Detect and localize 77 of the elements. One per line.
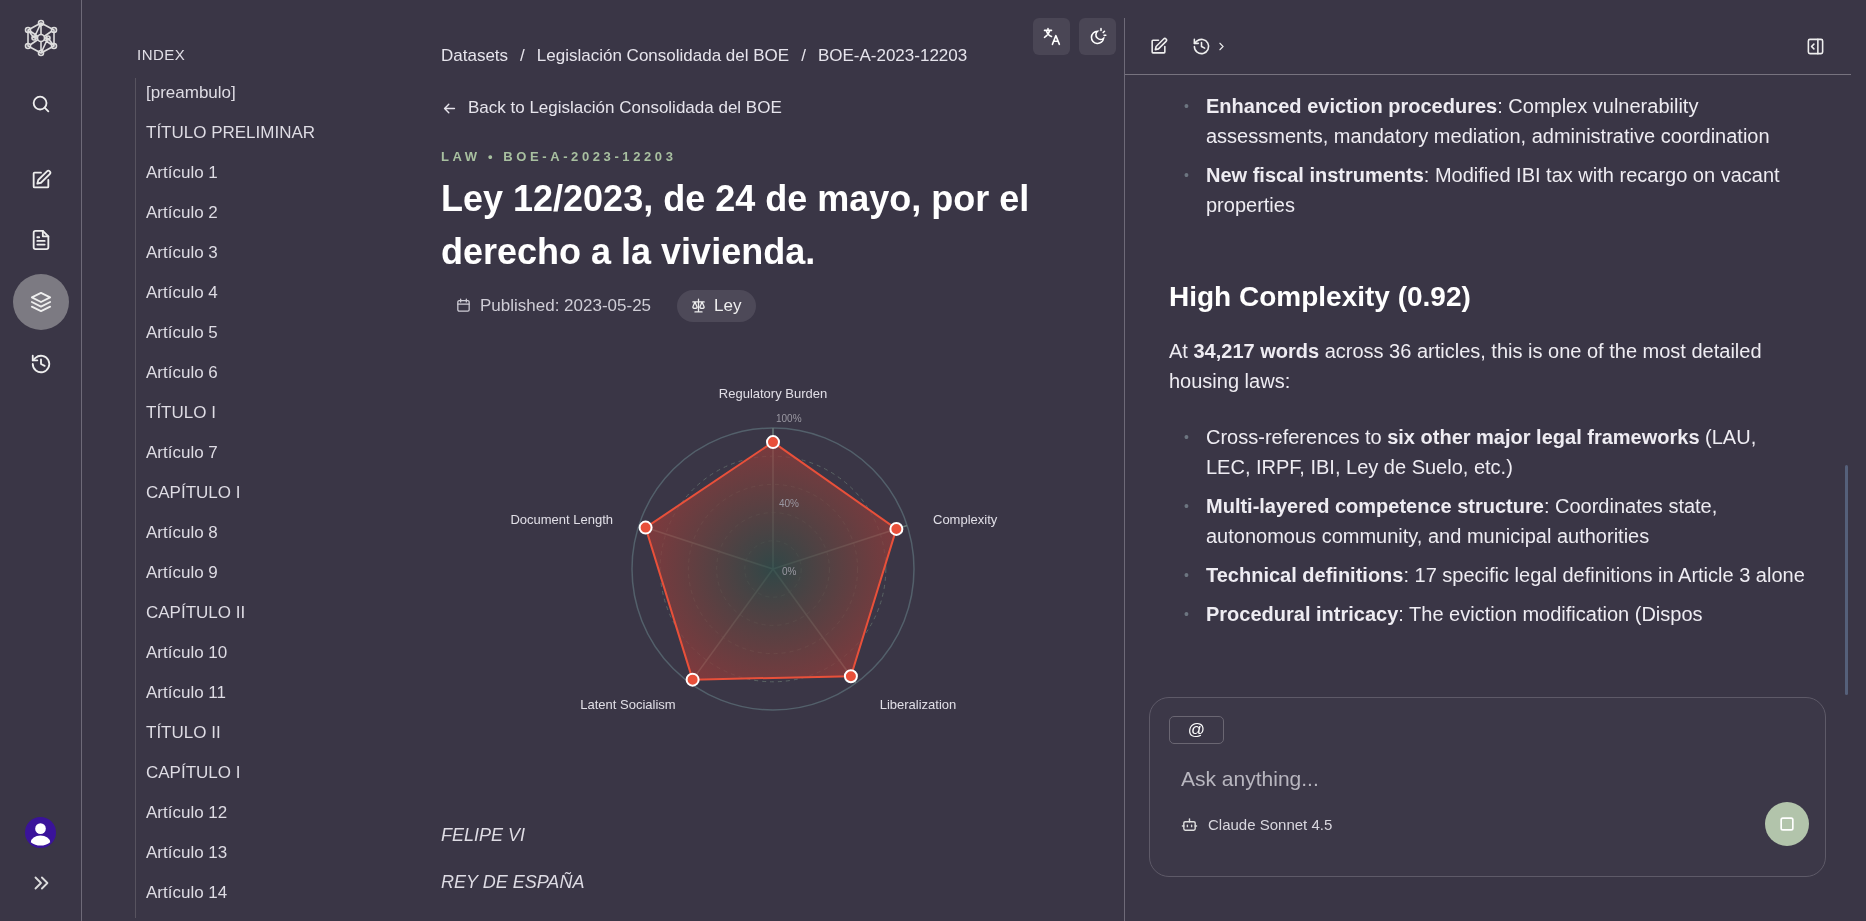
index-link[interactable]: Artículo 8 bbox=[146, 518, 420, 558]
bullet-marker: • bbox=[1184, 166, 1190, 185]
index-link[interactable]: Artículo 14 bbox=[146, 878, 420, 918]
index-link[interactable]: Artículo 7 bbox=[146, 438, 420, 478]
bullet-marker: • bbox=[1184, 97, 1190, 116]
edit-icon[interactable] bbox=[1149, 36, 1168, 56]
section-heading: High Complexity (0.92) bbox=[1169, 282, 1472, 312]
bullet-item: New fiscal instruments: Modified IBI tax with recargo on vacant properties bbox=[1206, 163, 1781, 218]
stop-button[interactable] bbox=[1765, 802, 1809, 846]
avatar-icon[interactable] bbox=[25, 817, 56, 848]
mention-button[interactable]: @ bbox=[1169, 716, 1224, 744]
body-text: FELIPE VI bbox=[441, 823, 527, 847]
index-link[interactable]: CAPÍTULO I bbox=[146, 758, 420, 798]
axis-label: Document Length bbox=[509, 511, 613, 527]
index-link[interactable]: TÍTULO II bbox=[146, 718, 420, 758]
bullet-item: Enhanced eviction procedures: Complex vulnerability assessments, mandatory mediation, administrative coordination bbox=[1206, 94, 1771, 149]
bullet-marker: • bbox=[1184, 497, 1190, 516]
scale-label: 100% bbox=[775, 412, 802, 424]
theme-button[interactable] bbox=[1079, 18, 1116, 55]
index-heading: INDEX bbox=[137, 46, 187, 63]
paragraph: At 34,217 words across 36 articles, this is one of the most detailed housing laws: bbox=[1169, 339, 1763, 394]
robot-icon bbox=[1181, 815, 1198, 833]
translate-icon bbox=[1041, 26, 1062, 47]
type-tag: Ley bbox=[677, 289, 756, 322]
scrollbar[interactable] bbox=[1845, 465, 1848, 695]
index-link[interactable]: Artículo 5 bbox=[146, 318, 420, 358]
bullet-marker: • bbox=[1184, 605, 1190, 624]
data-point bbox=[888, 521, 903, 536]
bullet-marker: • bbox=[1184, 566, 1190, 585]
bullet-item: Technical definitions: 17 specific legal definitions in Article 3 alone bbox=[1206, 563, 1805, 588]
axis-label: Complexity bbox=[932, 511, 997, 527]
data-point bbox=[685, 672, 700, 687]
published-date: Published: 2023-05-25 bbox=[480, 295, 652, 316]
index-link[interactable]: TÍTULO PRELIMINAR bbox=[146, 118, 420, 158]
breadcrumb-link[interactable]: Legislación Consolidada del BOE bbox=[536, 46, 790, 66]
back-link[interactable]: Back to Legislación Consolidada del BOE bbox=[441, 98, 782, 118]
bullet-marker: • bbox=[1184, 428, 1190, 447]
index-link[interactable]: CAPÍTULO I bbox=[146, 478, 420, 518]
bullet-item: Cross-references to six other major legal frameworks (LAU, LEC, IRPF, IBI, Ley de Suelo, etc.) bbox=[1206, 425, 1758, 480]
index-link[interactable]: Artículo 3 bbox=[146, 238, 420, 278]
breadcrumb-separator: / bbox=[520, 46, 525, 66]
data-point bbox=[843, 668, 858, 683]
index-link[interactable]: Artículo 13 bbox=[146, 838, 420, 878]
index-link[interactable]: Artículo 4 bbox=[146, 278, 420, 318]
axis-label: Latent Socialism bbox=[579, 696, 676, 712]
index-link[interactable]: Artículo 2 bbox=[146, 198, 420, 238]
breadcrumb-link[interactable]: BOE-A-2023-12203 bbox=[817, 46, 968, 66]
chat-input[interactable]: Ask anything... bbox=[1179, 766, 1583, 792]
index-link[interactable]: Artículo 10 bbox=[146, 638, 420, 678]
index-link[interactable]: Artículo 11 bbox=[146, 678, 420, 718]
index-link[interactable]: [preambulo] bbox=[146, 78, 420, 118]
body-text: REY DE ESPAÑA bbox=[441, 870, 586, 894]
data-point bbox=[765, 434, 780, 449]
bullet-item: Procedural intricacy: The eviction modification (Dispos bbox=[1206, 602, 1703, 627]
scale-label: 40% bbox=[778, 497, 799, 509]
breadcrumb-separator: / bbox=[801, 46, 806, 66]
history-icon[interactable] bbox=[1192, 36, 1211, 56]
index-link[interactable]: Artículo 1 bbox=[146, 158, 420, 198]
index-link[interactable]: Artículo 12 bbox=[146, 798, 420, 838]
bullet-item: Multi-layered competence structure: Coordinates state, autonomous community, and municipal authorities bbox=[1206, 494, 1719, 549]
panel-toggle-icon[interactable] bbox=[1806, 36, 1825, 56]
data-point bbox=[638, 520, 653, 535]
stop-icon bbox=[1777, 814, 1797, 834]
axis-label: Regulatory Burden bbox=[718, 385, 827, 401]
document-title: Ley 12/2023, de 24 de mayo, por el derecho a la vivienda. bbox=[441, 176, 1031, 274]
index-link[interactable]: CAPÍTULO II bbox=[146, 598, 420, 638]
index-link[interactable]: Artículo 9 bbox=[146, 558, 420, 598]
scale-label: 0% bbox=[781, 565, 796, 577]
translate-button[interactable] bbox=[1033, 18, 1070, 55]
axis-label: Liberalization bbox=[879, 696, 956, 712]
breadcrumb-link[interactable]: Datasets bbox=[441, 46, 509, 66]
index-link[interactable]: TÍTULO I bbox=[146, 398, 420, 438]
calendar-icon bbox=[455, 297, 472, 314]
model-selector[interactable]: Claude Sonnet 4.5 bbox=[1208, 815, 1333, 833]
scales-icon bbox=[690, 297, 708, 314]
document-eyebrow: LAW • BOE-A-2023-12203 bbox=[441, 148, 678, 164]
index-link[interactable]: Artículo 6 bbox=[146, 358, 420, 398]
